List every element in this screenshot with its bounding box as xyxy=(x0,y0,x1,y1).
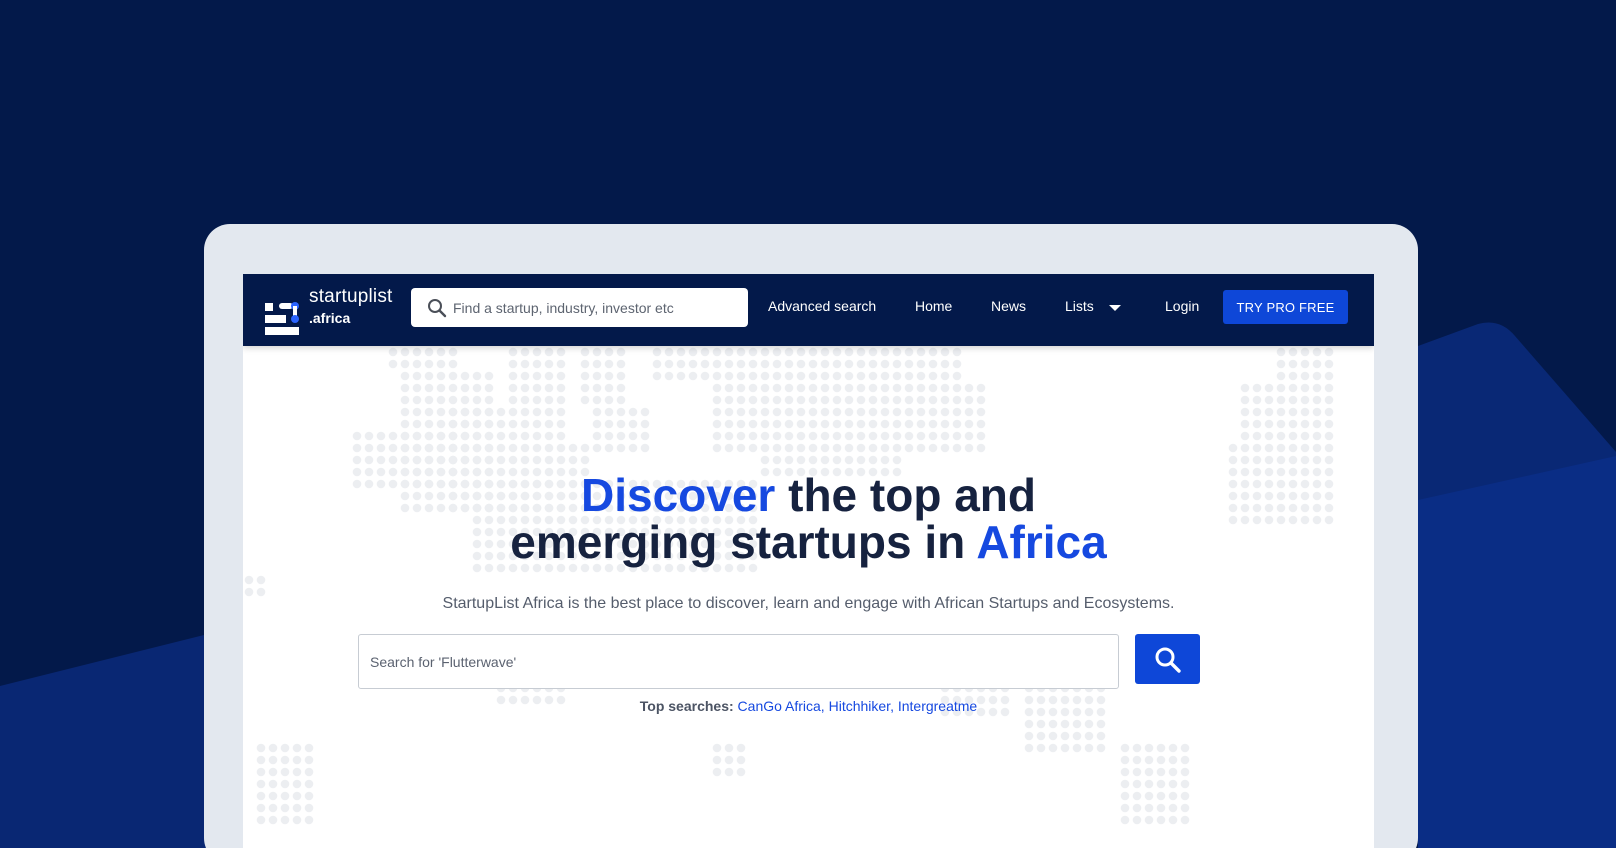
nav-advanced-search[interactable]: Advanced search xyxy=(768,298,876,314)
search-icon xyxy=(428,299,447,318)
hero-section: Discover the top and emerging startups in… xyxy=(243,274,1374,848)
top-searches: Top searches: CanGo Africa, Hitchhiker, … xyxy=(243,698,1374,714)
hero-headline: Discover the top and emerging startups in… xyxy=(243,472,1374,566)
nav-lists[interactable]: Lists xyxy=(1065,298,1094,314)
browser-screen: startuplist .africa Advanced search Home… xyxy=(243,274,1374,848)
top-search-link[interactable]: Intergreatme xyxy=(898,698,977,714)
nav-search-input[interactable] xyxy=(453,288,738,327)
nav-search-box[interactable] xyxy=(411,288,748,327)
top-search-link[interactable]: Hitchhiker, xyxy=(829,698,894,714)
headline-part-1: the top and xyxy=(775,469,1036,521)
main-search-button[interactable] xyxy=(1135,634,1200,684)
logo-domain: .africa xyxy=(309,310,351,326)
top-search-link[interactable]: CanGo Africa, xyxy=(738,698,825,714)
main-search-input[interactable] xyxy=(358,634,1119,689)
nav-login[interactable]: Login xyxy=(1165,298,1199,314)
headline-part-2: emerging startups in xyxy=(510,516,977,568)
nav-news[interactable]: News xyxy=(991,298,1026,314)
caret-down-icon[interactable] xyxy=(1109,305,1121,311)
nav-home[interactable]: Home xyxy=(915,298,952,314)
logo-wordmark: startuplist xyxy=(309,286,393,307)
search-icon xyxy=(1155,647,1181,673)
top-navbar: startuplist .africa Advanced search Home… xyxy=(243,274,1374,346)
top-searches-label: Top searches: xyxy=(639,698,734,714)
headline-accent-discover: Discover xyxy=(581,469,776,521)
try-pro-free-button[interactable]: TRY PRO FREE xyxy=(1223,290,1348,324)
hero-subline: StartupList Africa is the best place to … xyxy=(442,595,1175,612)
headline-accent-africa: Africa xyxy=(976,516,1107,568)
